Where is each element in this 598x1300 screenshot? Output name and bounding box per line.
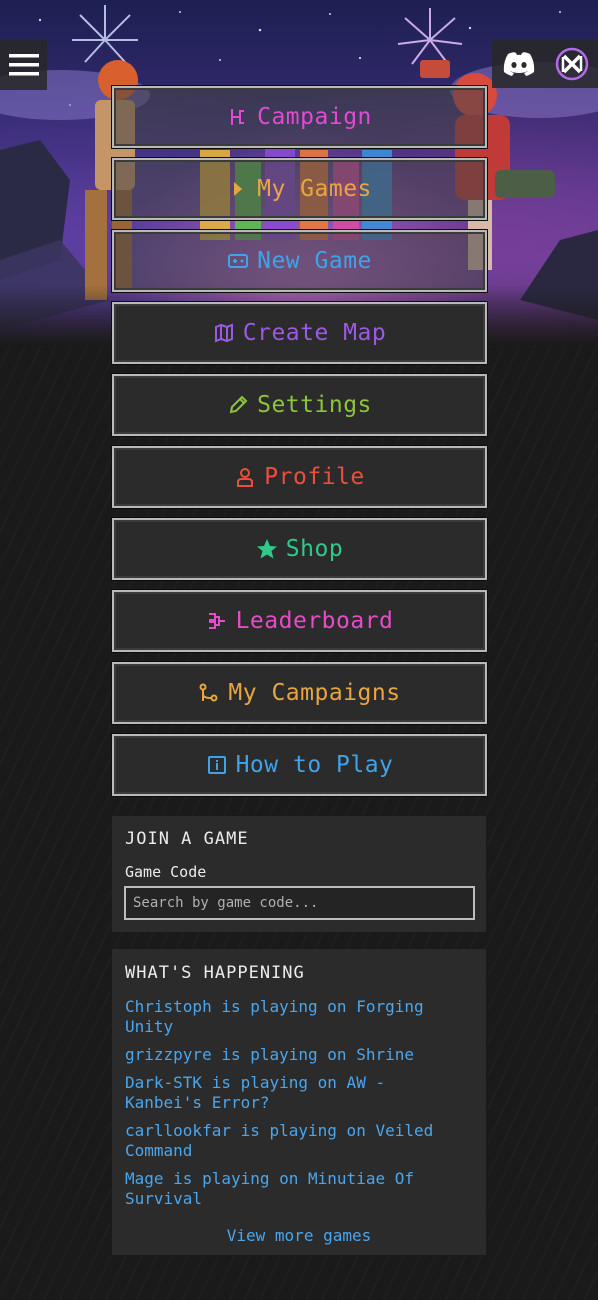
menu-item-my-campaigns[interactable]: My Campaigns (112, 662, 487, 724)
whats-happening-title: WHAT'S HAPPENING (125, 963, 305, 983)
menu-item-label: My Campaigns (228, 680, 401, 706)
feed-item[interactable]: Dark-STK is playing on AW - Kanbei's Err… (125, 1073, 455, 1113)
menu-item-settings[interactable]: Settings (112, 374, 487, 436)
feed-item[interactable]: Mage is playing on Minutiae Of Survival (125, 1169, 455, 1209)
user-icon (234, 466, 256, 488)
campaign-icon (227, 106, 249, 128)
feed-item[interactable]: carllookfar is playing on Veiled Command (125, 1121, 455, 1161)
menu-item-label: Settings (257, 392, 372, 418)
menu-item-label: Shop (285, 536, 344, 562)
menu-item-my-games[interactable]: My Games (112, 158, 487, 220)
game-code-label: Game Code (125, 863, 207, 881)
join-game-title: JOIN A GAME (125, 829, 249, 849)
activity-feed: Christoph is playing on Forging Unity gr… (125, 997, 455, 1217)
menu-item-create-map[interactable]: Create Map (112, 302, 487, 364)
whats-happening-panel: WHAT'S HAPPENING Christoph is playing on… (111, 948, 487, 1256)
feed-item[interactable]: Christoph is playing on Forging Unity (125, 997, 455, 1037)
menu-button[interactable] (0, 40, 47, 90)
social-links (492, 40, 598, 88)
join-game-panel: JOIN A GAME Game Code (111, 815, 487, 933)
menu-item-label: How to Play (235, 752, 394, 778)
menu-item-label: Campaign (257, 104, 372, 130)
game-code-input[interactable] (124, 886, 475, 920)
x-logo-icon (555, 47, 588, 81)
view-more-games-link[interactable]: View more games (112, 1226, 486, 1245)
gamepad-icon (227, 250, 249, 272)
app-logo-link[interactable] (553, 45, 591, 83)
branch-icon (198, 682, 220, 704)
menu-item-how-to-play[interactable]: How to Play (112, 734, 487, 796)
menu-item-shop[interactable]: Shop (112, 518, 487, 580)
menu-item-label: New Game (257, 248, 372, 274)
menu-item-label: Profile (264, 464, 365, 490)
hamburger-icon (8, 54, 39, 76)
star-icon (256, 538, 278, 560)
main-menu: Campaign My Games New Game Create Map Se… (112, 86, 487, 796)
discord-icon (503, 52, 534, 76)
menu-item-profile[interactable]: Profile (112, 446, 487, 508)
menu-item-leaderboard[interactable]: Leaderboard (112, 590, 487, 652)
menu-item-campaign[interactable]: Campaign (112, 86, 487, 148)
caret-right-icon (227, 178, 249, 200)
menu-item-label: Leaderboard (235, 608, 394, 634)
bracket-icon (206, 610, 228, 632)
menu-item-new-game[interactable]: New Game (112, 230, 487, 292)
map-icon (213, 322, 235, 344)
discord-link[interactable] (500, 45, 538, 83)
pencil-icon (227, 394, 249, 416)
info-icon (206, 754, 228, 776)
feed-item[interactable]: grizzpyre is playing on Shrine (125, 1045, 455, 1065)
menu-item-label: My Games (257, 176, 372, 202)
menu-item-label: Create Map (242, 320, 387, 346)
